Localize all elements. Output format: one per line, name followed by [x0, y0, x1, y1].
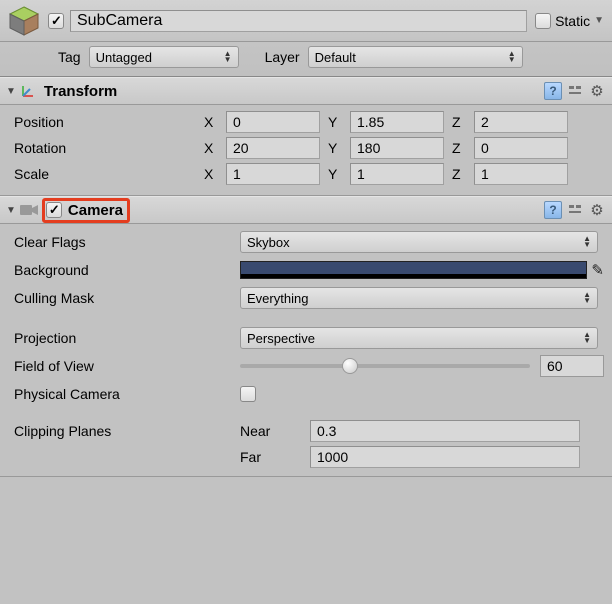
- fov-label: Field of View: [14, 358, 240, 374]
- eyedropper-icon[interactable]: ✎: [591, 261, 604, 279]
- far-label: Far: [240, 449, 310, 465]
- transform-header: ▼ Transform ? ⚙︎: [0, 77, 612, 105]
- projection-row: Projection Perspective ▲▼: [14, 324, 604, 352]
- position-row: Position X Y Z: [14, 109, 604, 135]
- transform-body: Position X Y Z Rotation X Y Z Scale X Y …: [0, 105, 612, 196]
- far-input[interactable]: [310, 446, 580, 468]
- clipping-label: Clipping Planes: [14, 423, 240, 439]
- dropdown-arrows-icon: ▲▼: [508, 51, 516, 63]
- z-label: Z: [452, 114, 474, 130]
- projection-dropdown[interactable]: Perspective ▲▼: [240, 327, 598, 349]
- camera-highlight: Camera: [42, 198, 130, 223]
- scale-row: Scale X Y Z: [14, 161, 604, 187]
- presets-icon[interactable]: [566, 82, 584, 100]
- gear-icon[interactable]: ⚙︎: [588, 82, 606, 100]
- dropdown-arrows-icon: ▲▼: [583, 292, 591, 304]
- tag-label: Tag: [58, 49, 81, 65]
- dropdown-arrows-icon: ▲▼: [583, 332, 591, 344]
- camera-header: ▼ Camera ? ⚙︎: [0, 196, 612, 224]
- layer-label: Layer: [265, 49, 300, 65]
- projection-label: Projection: [14, 330, 240, 346]
- y-label: Y: [328, 140, 350, 156]
- near-label: Near: [240, 423, 310, 439]
- rotation-x-input[interactable]: [226, 137, 320, 159]
- dropdown-arrows-icon: ▲▼: [583, 236, 591, 248]
- x-label: X: [204, 166, 226, 182]
- layer-value: Default: [315, 50, 356, 65]
- culling-row: Culling Mask Everything ▲▼: [14, 284, 604, 312]
- physical-label: Physical Camera: [14, 386, 240, 402]
- clipping-planes: Clipping Planes Near Far: [14, 420, 604, 468]
- rotation-label: Rotation: [14, 140, 204, 156]
- culling-dropdown[interactable]: Everything ▲▼: [240, 287, 598, 309]
- help-icon[interactable]: ?: [544, 201, 562, 219]
- projection-value: Perspective: [247, 331, 315, 346]
- clear-flags-label: Clear Flags: [14, 234, 240, 250]
- x-label: X: [204, 140, 226, 156]
- rotation-z-input[interactable]: [474, 137, 568, 159]
- rotation-row: Rotation X Y Z: [14, 135, 604, 161]
- scale-z-input[interactable]: [474, 163, 568, 185]
- y-label: Y: [328, 114, 350, 130]
- layer-dropdown[interactable]: Default ▲▼: [308, 46, 523, 68]
- culling-value: Everything: [247, 291, 308, 306]
- help-icon[interactable]: ?: [544, 82, 562, 100]
- clear-flags-dropdown[interactable]: Skybox ▲▼: [240, 231, 598, 253]
- position-y-input[interactable]: [350, 111, 444, 133]
- camera-title: Camera: [68, 202, 123, 219]
- clear-flags-row: Clear Flags Skybox ▲▼: [14, 228, 604, 256]
- z-label: Z: [452, 140, 474, 156]
- dropdown-arrows-icon: ▲▼: [224, 51, 232, 63]
- culling-label: Culling Mask: [14, 290, 240, 306]
- fov-row: Field of View: [14, 352, 604, 380]
- fov-slider[interactable]: [240, 364, 530, 368]
- rotation-y-input[interactable]: [350, 137, 444, 159]
- x-label: X: [204, 114, 226, 130]
- camera-icon: [20, 204, 39, 216]
- gear-icon[interactable]: ⚙︎: [588, 201, 606, 219]
- tag-value: Untagged: [96, 50, 152, 65]
- transform-title: Transform: [44, 83, 117, 100]
- scale-y-input[interactable]: [350, 163, 444, 185]
- camera-body: Clear Flags Skybox ▲▼ Background ✎ Culli…: [0, 224, 612, 477]
- y-label: Y: [328, 166, 350, 182]
- fov-value-input[interactable]: [540, 355, 604, 377]
- presets-icon[interactable]: [566, 201, 584, 219]
- z-label: Z: [452, 166, 474, 182]
- transform-icon: [20, 83, 36, 99]
- static-label: Static: [555, 13, 590, 29]
- background-row: Background ✎: [14, 256, 604, 284]
- object-name-input[interactable]: [70, 10, 527, 32]
- near-input[interactable]: [310, 420, 580, 442]
- tag-layer-row: Tag Untagged ▲▼ Layer Default ▲▼: [0, 42, 612, 77]
- position-z-input[interactable]: [474, 111, 568, 133]
- background-label: Background: [14, 262, 240, 278]
- foldout-arrow[interactable]: ▼: [6, 205, 16, 216]
- tag-dropdown[interactable]: Untagged ▲▼: [89, 46, 239, 68]
- scale-label: Scale: [14, 166, 204, 182]
- inspector-header: Static ▼: [0, 0, 612, 42]
- position-label: Position: [14, 114, 204, 130]
- active-checkbox[interactable]: [48, 13, 64, 29]
- scale-x-input[interactable]: [226, 163, 320, 185]
- object-cube-icon: [8, 5, 40, 37]
- physical-checkbox[interactable]: [240, 386, 256, 402]
- position-x-input[interactable]: [226, 111, 320, 133]
- static-checkbox[interactable]: [535, 13, 551, 29]
- static-dropdown-arrow[interactable]: ▼: [594, 15, 604, 26]
- camera-enabled-checkbox[interactable]: [46, 202, 62, 218]
- physical-row: Physical Camera: [14, 380, 604, 408]
- foldout-arrow[interactable]: ▼: [6, 86, 16, 97]
- clear-flags-value: Skybox: [247, 235, 290, 250]
- background-color-swatch[interactable]: [240, 261, 587, 279]
- slider-knob[interactable]: [342, 358, 358, 374]
